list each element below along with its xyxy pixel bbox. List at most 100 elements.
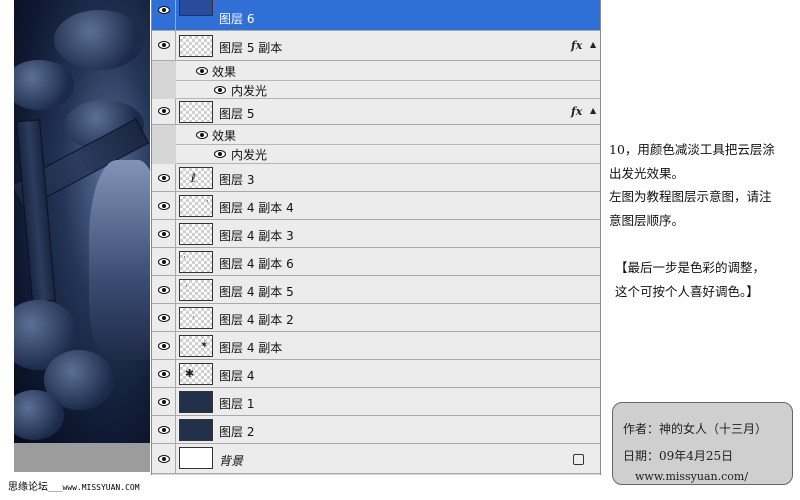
note-line: 出发光效果。 [609, 165, 685, 181]
layer-row-4-copy-6[interactable]: · 图层 4 副本 6 [152, 248, 600, 276]
visibility-cell [152, 220, 176, 247]
eye-icon[interactable] [158, 455, 170, 463]
effects-row[interactable]: 效果 [176, 125, 600, 145]
layer-name: 图层 4 副本 3 [219, 229, 294, 243]
layer-row-3[interactable]: ℓ 图层 3 [152, 164, 600, 192]
tutorial-note-2: 【最后一步是色彩的调整， 这个可按个人喜好调色。】 [615, 256, 800, 304]
layer-thumbnail: · [179, 251, 213, 273]
effect-row[interactable]: 内发光 [176, 81, 600, 99]
layer-thumbnail: · [179, 195, 213, 217]
note-line: 意图层顺序。 [609, 212, 685, 228]
eye-icon[interactable] [158, 426, 170, 434]
layer-thumbnail [179, 391, 213, 413]
visibility-cell [152, 164, 176, 191]
layer-row-4-copy-4[interactable]: · 图层 4 副本 4 [152, 192, 600, 220]
layer-thumbnail [179, 35, 213, 57]
eye-icon[interactable] [158, 202, 170, 210]
effect-label: 内发光 [231, 148, 268, 162]
layer-thumbnail: · [179, 307, 213, 329]
eye-icon[interactable] [158, 6, 170, 14]
visibility-cell [152, 248, 176, 275]
layer-row-1[interactable]: 图层 1 [152, 388, 600, 416]
eye-icon[interactable] [214, 86, 226, 94]
layer-row-2[interactable]: 图层 2 [152, 416, 600, 444]
effects-row[interactable]: 效果 [176, 61, 600, 81]
eye-icon[interactable] [196, 131, 208, 139]
layer-name: 图层 4 [219, 369, 255, 383]
layer-row-4-copy[interactable]: ✶ 图层 4 副本 [152, 332, 600, 360]
canvas-footer [14, 443, 150, 472]
layer-thumbnail [179, 101, 213, 123]
visibility-cell [152, 31, 176, 60]
visibility-cell [152, 332, 176, 359]
fx-icon[interactable]: fx [571, 105, 582, 118]
layer-thumbnail: ℓ [179, 167, 213, 189]
lock-icon [573, 454, 584, 465]
layer-name: 图层 4 副本 2 [219, 313, 294, 327]
layer-row-5[interactable]: 图层 5 fx ▲ [152, 99, 600, 125]
layer-name: 背景 [219, 454, 244, 468]
note-line: 【最后一步是色彩的调整， [615, 260, 766, 275]
eye-icon[interactable] [196, 67, 208, 75]
canvas-artwork [14, 0, 150, 443]
site-text[interactable]: www.missyuan.com/ [635, 470, 748, 483]
eye-icon[interactable] [158, 174, 170, 182]
note-line: 10，用颜色减淡工具把云层涂 [609, 142, 775, 157]
layer-thumbnail [179, 0, 213, 16]
layer-row-4-copy-2[interactable]: · 图层 4 副本 2 [152, 304, 600, 332]
visibility-cell [152, 360, 176, 387]
eye-icon[interactable] [158, 314, 170, 322]
layer-thumbnail [179, 419, 213, 441]
visibility-cell [152, 304, 176, 331]
layer-name: 图层 5 [219, 107, 255, 121]
author-text: 作者：神的女人（十三月） [623, 422, 768, 436]
eye-icon[interactable] [158, 230, 170, 238]
layers-panel: 图层 6 图层 5 副本 fx ▲ 效果 内发光 图层 5 fx ▲ 效果 内发… [151, 0, 601, 475]
eye-icon[interactable] [158, 286, 170, 294]
visibility-cell [152, 99, 176, 124]
credit-box: 作者：神的女人（十三月） 日期：09年4月25日 www.missyuan.co… [612, 402, 793, 485]
note-line: 这个可按个人喜好调色。】 [615, 284, 759, 299]
eye-icon[interactable] [158, 41, 170, 49]
eye-icon[interactable] [158, 342, 170, 350]
date-text: 日期：09年4月25日 [623, 449, 734, 463]
eye-icon[interactable] [214, 150, 226, 158]
layer-thumbnail: ✶ [179, 335, 213, 357]
layer-name: 图层 2 [219, 425, 255, 439]
layer-row-6[interactable]: 图层 6 [152, 0, 600, 31]
layer-row-background[interactable]: 背景 [152, 444, 600, 474]
footer-site[interactable]: www.MISSYUAN.COM [62, 483, 139, 492]
layer-name: 图层 1 [219, 397, 255, 411]
layer-row-5-copy[interactable]: 图层 5 副本 fx ▲ [152, 31, 600, 61]
collapse-arrow-icon[interactable]: ▲ [590, 40, 596, 49]
eye-icon[interactable] [158, 258, 170, 266]
layer-thumbnail: ✱ [179, 363, 213, 385]
fx-icon[interactable]: fx [571, 39, 582, 52]
layer-name: 图层 4 副本 6 [219, 257, 294, 271]
tutorial-note: 10，用颜色减淡工具把云层涂 出发光效果。 左图为教程图层示意图，请注 意图层顺… [609, 138, 799, 232]
layer-name: 图层 4 副本 [219, 341, 283, 355]
visibility-cell [152, 416, 176, 443]
eye-icon[interactable] [158, 370, 170, 378]
layer-name: 图层 5 副本 [219, 41, 283, 55]
effect-row[interactable]: 内发光 [176, 145, 600, 164]
collapse-arrow-icon[interactable]: ▲ [590, 106, 596, 115]
layer-row-4-copy-5[interactable]: · 图层 4 副本 5 [152, 276, 600, 304]
forum-name: 思缘论坛 [8, 482, 48, 493]
layer-thumbnail [179, 447, 213, 469]
visibility-cell [152, 444, 176, 473]
layer-name: 图层 3 [219, 173, 255, 187]
layer-name: 图层 4 副本 5 [219, 285, 294, 299]
layer-row-4[interactable]: ✱ 图层 4 [152, 360, 600, 388]
effects-label: 效果 [212, 129, 237, 143]
eye-icon[interactable] [158, 398, 170, 406]
visibility-cell [152, 0, 176, 30]
visibility-cell [152, 192, 176, 219]
effects-label: 效果 [212, 65, 237, 79]
layer-name: 图层 4 副本 4 [219, 201, 294, 215]
layer-row-4-copy-3[interactable]: 图层 4 副本 3 [152, 220, 600, 248]
eye-icon[interactable] [158, 107, 170, 115]
layer-thumbnail [179, 223, 213, 245]
layer-thumbnail: · [179, 279, 213, 301]
visibility-cell [152, 388, 176, 415]
